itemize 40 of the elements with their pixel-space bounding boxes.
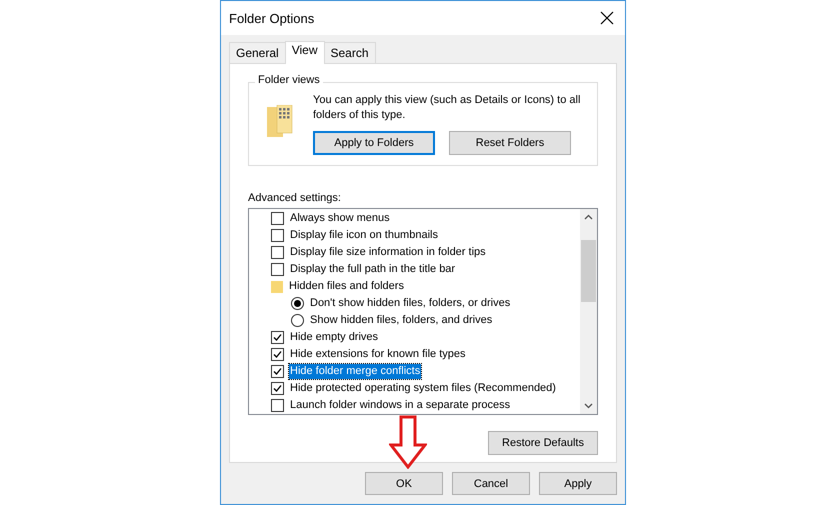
radio-button[interactable] (291, 314, 304, 327)
tab[interactable]: View (284, 41, 324, 64)
checkbox[interactable] (271, 212, 284, 225)
checkbox[interactable] (271, 263, 284, 276)
checkbox[interactable] (271, 382, 284, 395)
setting-label[interactable]: Hide protected operating system files (Recommended) (289, 381, 557, 396)
window-title: Folder Options (229, 10, 314, 26)
setting-label[interactable]: Hide empty drives (289, 330, 380, 345)
setting-label[interactable]: Launch folder windows in a separate process (289, 398, 512, 413)
tab[interactable]: General (229, 42, 286, 63)
setting-label[interactable]: Display the full path in the title bar (289, 262, 456, 277)
checkbox[interactable] (271, 331, 284, 344)
checkbox[interactable] (271, 399, 284, 412)
dialog-button[interactable]: Cancel (452, 472, 530, 495)
setting-label[interactable]: Don't show hidden files, folders, or drives (309, 296, 512, 311)
folder-button[interactable]: Apply to Folders (313, 131, 435, 155)
checkbox[interactable] (271, 246, 284, 259)
dialog-button[interactable]: Apply (539, 472, 617, 495)
checkbox[interactable] (271, 348, 284, 361)
dialog-button[interactable]: OK (365, 472, 443, 495)
folder-icon (271, 280, 283, 292)
restore-defaults-button[interactable]: Restore Defaults (488, 431, 598, 455)
setting-label[interactable]: Hide extensions for known file types (289, 347, 466, 362)
setting-label[interactable]: Hidden files and folders (288, 279, 405, 294)
setting-label[interactable]: Display file size information in folder tips (289, 245, 487, 260)
group-title: Folder views (255, 74, 323, 86)
description-text: You can apply this view (such as Details or Icons) to all folders of this type. (313, 93, 582, 123)
setting-label[interactable]: Always show menus (289, 211, 391, 226)
radio-button[interactable] (291, 297, 304, 310)
checkbox[interactable] (271, 365, 284, 378)
scrollbar[interactable] (580, 209, 597, 414)
tab[interactable]: Search (324, 42, 376, 63)
folder-icon (267, 105, 293, 137)
close-icon[interactable] (599, 10, 615, 26)
setting-label[interactable]: Display file icon on thumbnails (289, 228, 439, 243)
checkbox[interactable] (271, 229, 284, 242)
folder-button[interactable]: Reset Folders (449, 131, 571, 155)
setting-label[interactable]: Show hidden files, folders, and drives (309, 313, 494, 328)
section-label: Advanced settings: (248, 192, 342, 204)
setting-label[interactable]: Hide folder merge conflicts (289, 364, 422, 379)
